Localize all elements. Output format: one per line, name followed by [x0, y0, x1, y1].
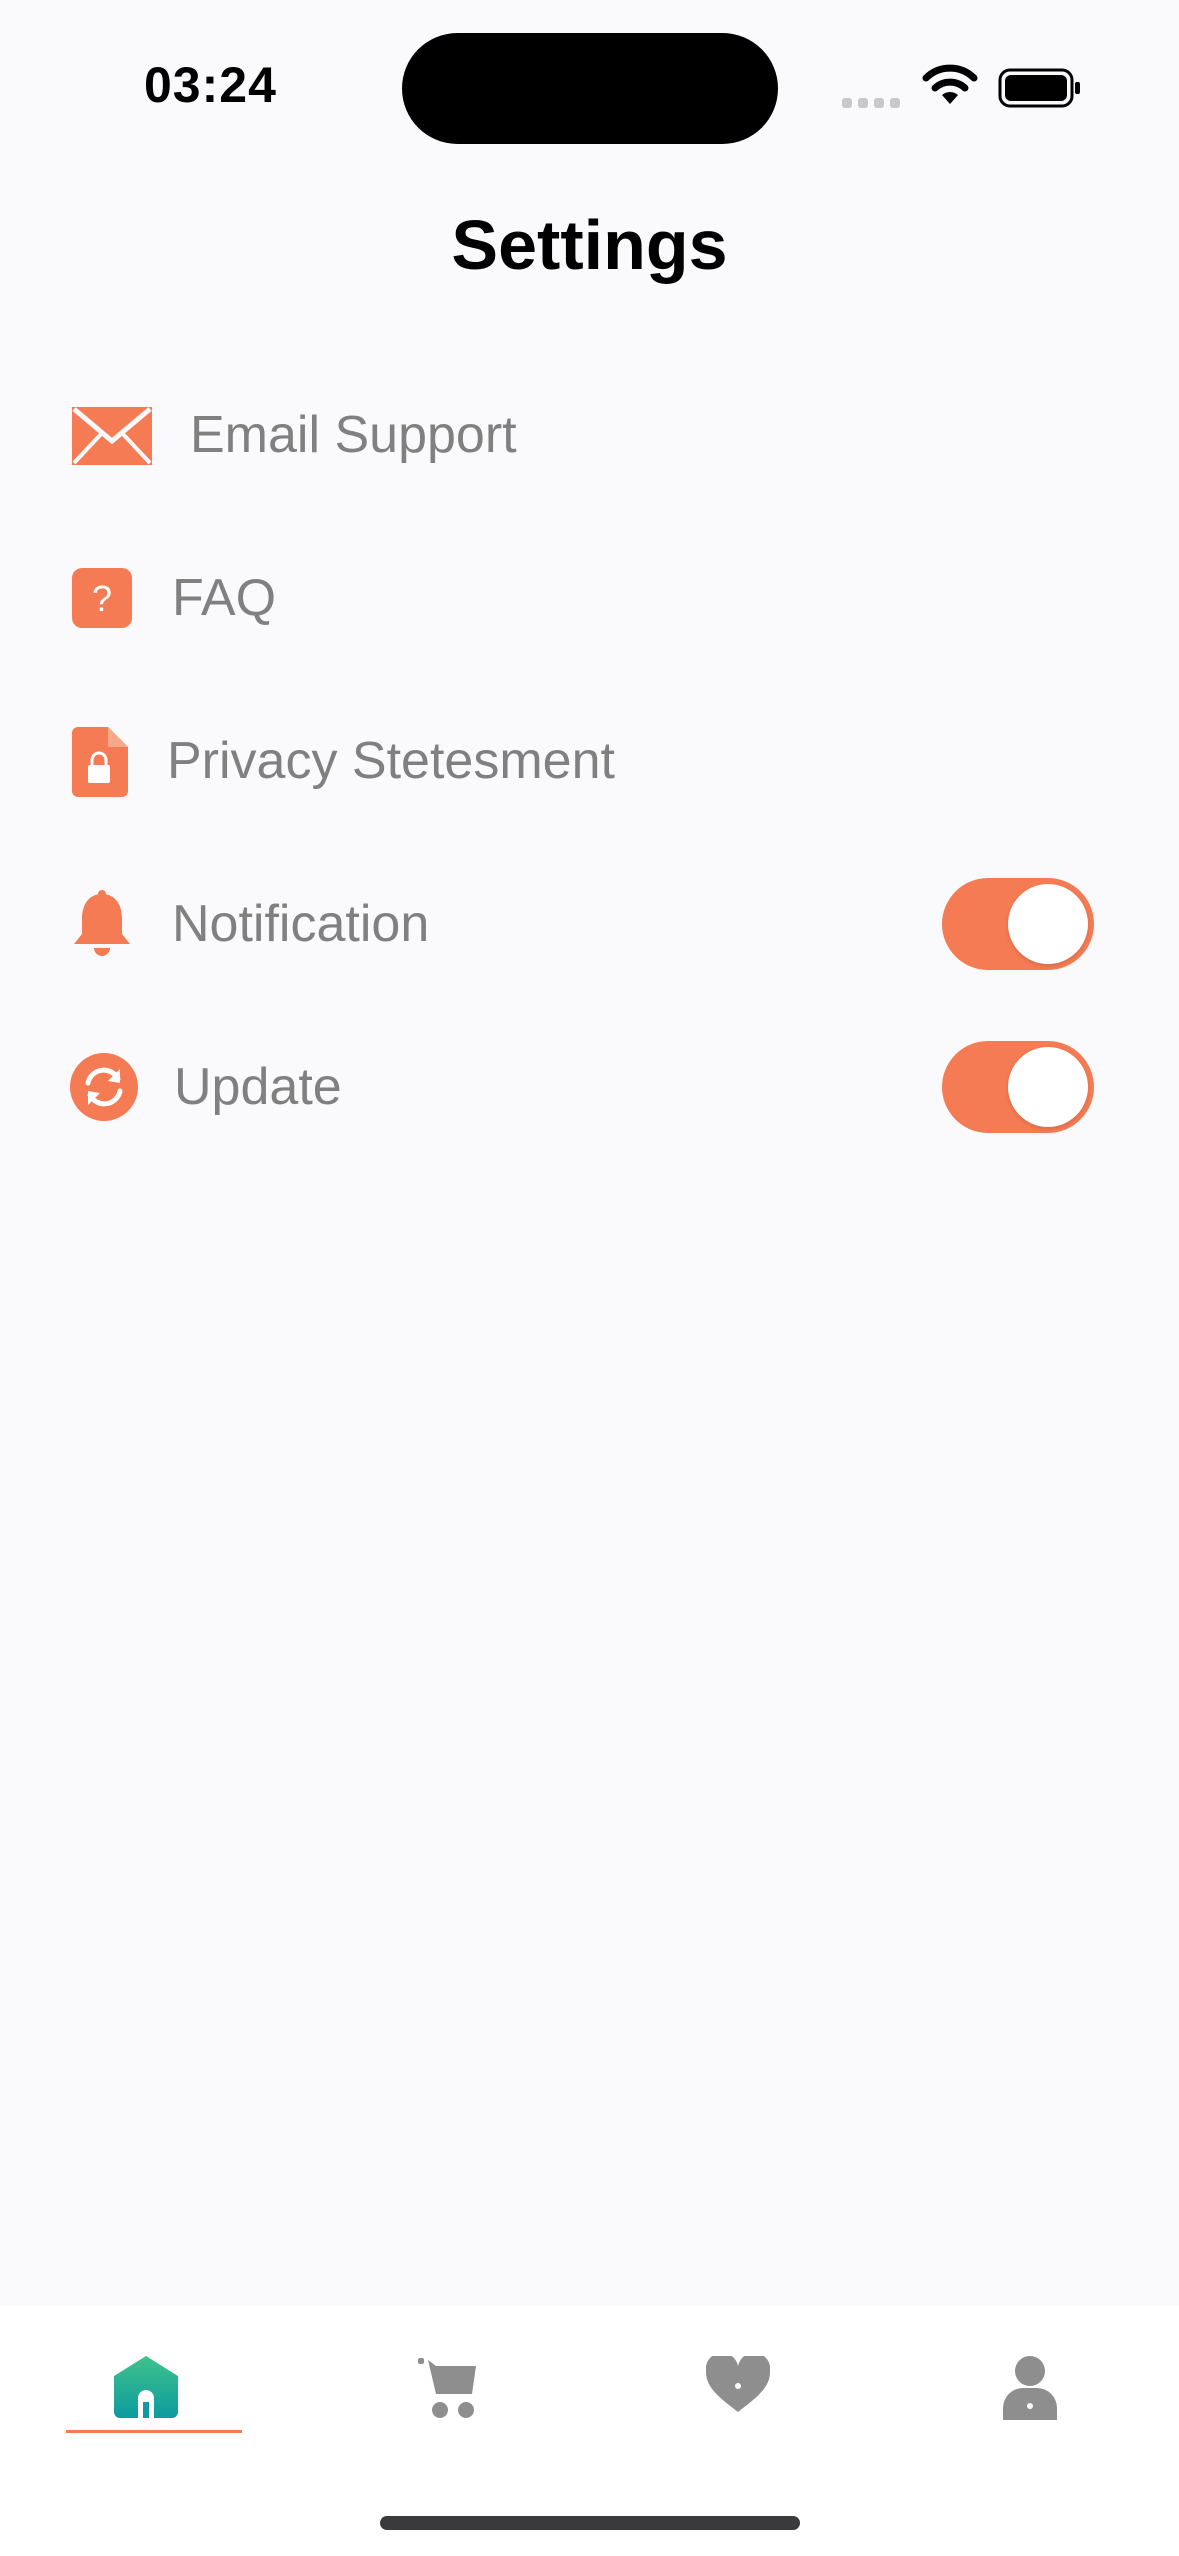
dynamic-island [402, 33, 778, 144]
settings-label: Update [174, 1058, 342, 1116]
tab-favorites[interactable] [668, 2346, 808, 2456]
settings-row-faq[interactable]: ? FAQ [0, 538, 1179, 658]
settings-row-email-support[interactable]: Email Support [0, 375, 1179, 495]
settings-label: Notification [172, 895, 430, 953]
home-icon [114, 2356, 178, 2418]
user-icon [1003, 2356, 1057, 2420]
settings-label: FAQ [172, 569, 277, 627]
home-indicator[interactable] [380, 2516, 800, 2530]
settings-row-privacy[interactable]: Privacy Stetesment [0, 701, 1179, 821]
toggle-knob [1008, 884, 1088, 964]
lock-document-icon [72, 727, 128, 797]
settings-label: Privacy Stetesment [167, 732, 615, 790]
status-time: 03:24 [144, 57, 277, 113]
tab-profile[interactable] [960, 2346, 1100, 2456]
settings-row-update[interactable]: Update [0, 1027, 1179, 1147]
cart-icon [418, 2358, 476, 2418]
tab-home[interactable] [76, 2346, 216, 2456]
bell-icon [74, 890, 130, 956]
notification-toggle[interactable] [942, 878, 1094, 970]
active-tab-indicator [66, 2430, 242, 2433]
settings-screen: 03:24 Settings Email Support ? FAQ Priva… [0, 0, 1179, 2556]
tab-cart[interactable] [380, 2346, 520, 2456]
question-icon: ? [72, 568, 132, 628]
settings-label: Email Support [190, 406, 517, 464]
battery-icon [998, 68, 1080, 108]
mail-icon [72, 407, 152, 465]
page-title: Settings [451, 206, 728, 284]
svg-text:?: ? [92, 578, 112, 619]
settings-row-notification[interactable]: Notification [0, 864, 1179, 984]
heart-icon [706, 2356, 770, 2412]
wifi-icon [922, 64, 978, 104]
refresh-icon [70, 1053, 138, 1121]
toggle-knob [1008, 1047, 1088, 1127]
update-toggle[interactable] [942, 1041, 1094, 1133]
